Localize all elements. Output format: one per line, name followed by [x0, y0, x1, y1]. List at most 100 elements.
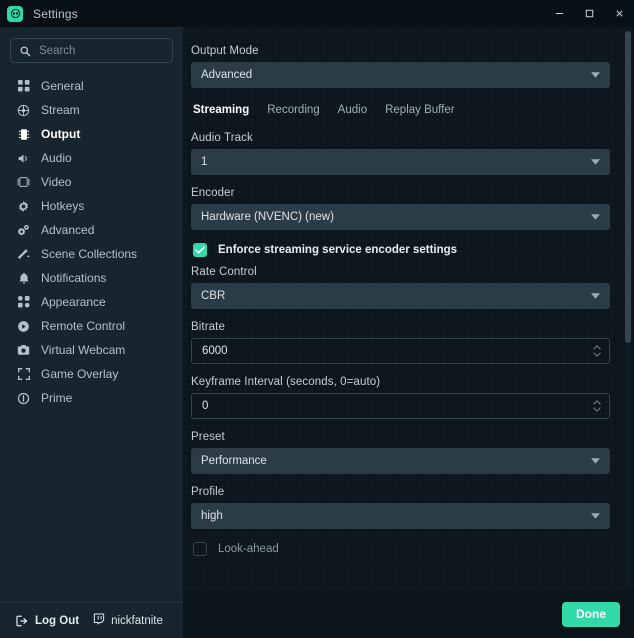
sidebar-item-notifications[interactable]: Notifications	[0, 266, 183, 290]
minimize-icon[interactable]	[544, 0, 574, 27]
rate-control-select[interactable]: CBR	[191, 283, 610, 309]
window-controls	[544, 0, 634, 27]
profile-select[interactable]: high	[191, 503, 610, 529]
maximize-icon[interactable]	[574, 0, 604, 27]
title-bar: Settings	[0, 0, 634, 27]
sidebar-item-label: Remote Control	[41, 319, 126, 333]
sidebar-item-label: General	[41, 79, 84, 93]
encoder-value: Hardware (NVENC) (new)	[201, 211, 334, 223]
look-ahead-label: Look-ahead	[218, 543, 279, 555]
spinner-up-arrow[interactable]	[593, 400, 601, 405]
spinner-arrows-icon[interactable]	[593, 345, 601, 357]
film-icon	[16, 176, 31, 188]
output-mode-select[interactable]: Advanced	[191, 62, 610, 88]
spinner-down-arrow[interactable]	[593, 352, 601, 357]
chevron-down-icon	[591, 293, 600, 299]
sidebar-item-label: Game Overlay	[41, 367, 119, 381]
log-out-label: Log Out	[35, 614, 80, 627]
enforce-encoder-settings-label: Enforce streaming service encoder settin…	[218, 244, 458, 256]
tab-recording[interactable]: Recording	[267, 104, 319, 118]
encoder-select[interactable]: Hardware (NVENC) (new)	[191, 204, 610, 230]
sidebar-item-label: Hotkeys	[41, 199, 85, 213]
sidebar-nav: General Stream Output Audio Video Hotkey…	[0, 70, 183, 602]
profile-label: Profile	[191, 486, 225, 498]
settings-scroll-area: Output Mode Advanced Streaming Recording…	[183, 27, 622, 590]
sidebar-item-general[interactable]: General	[0, 74, 183, 98]
account-indicator[interactable]: nickfatnite	[93, 613, 163, 628]
spinner-down-arrow[interactable]	[593, 407, 601, 412]
vertical-scrollbar[interactable]	[625, 31, 631, 586]
sidebar-item-label: Prime	[41, 391, 73, 405]
sidebar-item-label: Audio	[41, 151, 72, 165]
tab-streaming[interactable]: Streaming	[193, 104, 249, 118]
spinner-arrows-icon[interactable]	[593, 400, 601, 412]
chevron-down-icon	[591, 159, 600, 165]
keyframe-interval-input[interactable]	[202, 400, 599, 412]
sidebar-item-game-overlay[interactable]: Game Overlay	[0, 362, 183, 386]
sidebar-item-label: Stream	[41, 103, 80, 117]
twitch-icon	[93, 613, 105, 628]
preset-select[interactable]: Performance	[191, 448, 610, 474]
search-container	[0, 27, 183, 70]
tab-audio[interactable]: Audio	[338, 104, 367, 118]
sidebar-item-audio[interactable]: Audio	[0, 146, 183, 170]
sidebar-item-label: Notifications	[41, 271, 107, 285]
close-icon[interactable]	[604, 0, 634, 27]
search-input[interactable]	[39, 44, 164, 57]
sidebar-item-virtual-webcam[interactable]: Virtual Webcam	[0, 338, 183, 362]
done-button[interactable]: Done	[562, 601, 620, 627]
look-ahead-checkbox[interactable]	[193, 542, 207, 556]
sidebar-item-appearance[interactable]: Appearance	[0, 290, 183, 314]
sidebar-item-label: Scene Collections	[41, 247, 138, 261]
sidebar-item-advanced[interactable]: Advanced	[0, 218, 183, 242]
audio-track-label: Audio Track	[191, 132, 253, 144]
output-mode-value: Advanced	[201, 69, 253, 81]
settings-main-panel: Output Mode Advanced Streaming Recording…	[183, 27, 634, 638]
keyframe-interval-stepper[interactable]	[191, 393, 610, 419]
camera-icon	[16, 344, 31, 356]
output-chip-icon	[16, 128, 31, 141]
sidebar: General Stream	[0, 27, 183, 638]
sidebar-item-prime[interactable]: Prime	[0, 386, 183, 410]
sidebar-item-stream[interactable]: Stream	[0, 98, 183, 122]
scrollbar-thumb[interactable]	[625, 31, 631, 343]
output-tabs: Streaming Recording Audio Replay Buffer	[193, 104, 610, 118]
rate-control-value: CBR	[201, 290, 226, 302]
profile-value: high	[201, 510, 223, 522]
logout-icon	[16, 615, 29, 627]
audio-track-value: 1	[201, 156, 208, 168]
sidebar-item-remote-control[interactable]: Remote Control	[0, 314, 183, 338]
look-ahead-row[interactable]: Look-ahead	[193, 542, 610, 556]
audio-track-field: Audio Track 1	[191, 132, 610, 175]
spinner-up-arrow[interactable]	[593, 345, 601, 350]
audio-track-select[interactable]: 1	[191, 149, 610, 175]
bitrate-label: Bitrate	[191, 321, 225, 333]
tab-replay-buffer[interactable]: Replay Buffer	[385, 104, 454, 118]
username-label: nickfatnite	[111, 614, 163, 627]
sidebar-item-scene-collections[interactable]: Scene Collections	[0, 242, 183, 266]
enforce-encoder-settings-checkbox[interactable]	[193, 243, 207, 257]
gears-icon	[16, 224, 31, 237]
encoder-label: Encoder	[191, 187, 235, 199]
log-out-button[interactable]: Log Out	[16, 615, 79, 627]
enforce-encoder-settings-row[interactable]: Enforce streaming service encoder settin…	[193, 243, 610, 257]
output-mode-label: Output Mode	[191, 45, 259, 57]
play-circle-icon	[16, 320, 31, 333]
sidebar-item-label: Advanced	[41, 223, 95, 237]
expand-icon	[16, 368, 31, 380]
dialog-footer: Done	[183, 590, 634, 638]
layout-icon	[16, 296, 31, 308]
sidebar-item-label: Output	[41, 127, 81, 141]
sidebar-item-label: Video	[41, 175, 72, 189]
bell-icon	[16, 272, 31, 285]
sidebar-item-label: Appearance	[41, 295, 106, 309]
bitrate-input[interactable]	[202, 345, 599, 357]
check-icon	[195, 241, 205, 259]
settings-window: Settings Search General Stream Output Au…	[0, 0, 634, 638]
search-box[interactable]	[10, 38, 173, 63]
chevron-down-icon	[591, 72, 600, 78]
bitrate-stepper[interactable]	[191, 338, 610, 364]
sidebar-item-video[interactable]: Video	[0, 170, 183, 194]
sidebar-item-output[interactable]: Output	[0, 122, 183, 146]
sidebar-item-hotkeys[interactable]: Hotkeys	[0, 194, 183, 218]
